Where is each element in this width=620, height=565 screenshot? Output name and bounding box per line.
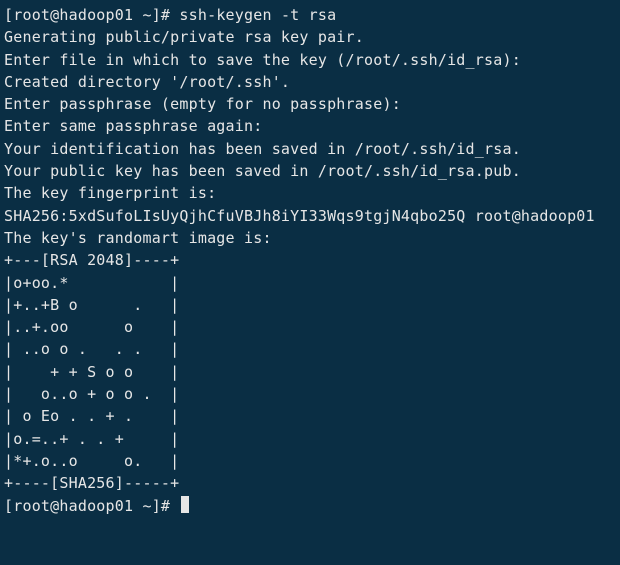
- prompt-userhost: root@hadoop01: [13, 497, 133, 515]
- output-line: The key fingerprint is:: [4, 184, 216, 202]
- prompt-line-1: [root@hadoop01 ~]# ssh-keygen -t rsa: [4, 6, 336, 24]
- randomart-line: | + + S o o |: [4, 363, 179, 381]
- prompt-close: ]#: [152, 497, 180, 515]
- prompt-path: ~: [133, 497, 151, 515]
- output-line: Enter file in which to save the key (/ro…: [4, 51, 521, 69]
- randomart-line: | o Eo . . + . |: [4, 407, 179, 425]
- prompt-userhost: root@hadoop01: [13, 6, 133, 24]
- randomart-line: | ..o o . . . |: [4, 340, 179, 358]
- randomart-line: | o..o + o o . |: [4, 385, 179, 403]
- output-line: SHA256:5xdSufoLIsUyQjhCfuVBJh8iYI33Wqs9t…: [4, 207, 595, 225]
- randomart-line: |..+.oo o |: [4, 318, 179, 336]
- terminal-output[interactable]: [root@hadoop01 ~]# ssh-keygen -t rsa Gen…: [0, 0, 620, 521]
- prompt-close: ]#: [152, 6, 180, 24]
- prompt-open: [: [4, 6, 13, 24]
- randomart-line: |o.=..+ . . + |: [4, 430, 179, 448]
- output-line: Enter passphrase (empty for no passphras…: [4, 95, 401, 113]
- output-line: The key's randomart image is:: [4, 229, 272, 247]
- output-line: Enter same passphrase again:: [4, 117, 262, 135]
- randomart-line: +---[RSA 2048]----+: [4, 251, 179, 269]
- output-line: Created directory '/root/.ssh'.: [4, 73, 290, 91]
- cursor: [181, 496, 189, 513]
- prompt-path: ~: [133, 6, 151, 24]
- command-text: ssh-keygen -t rsa: [179, 6, 336, 24]
- randomart-line: |+..+B o . |: [4, 296, 179, 314]
- prompt-line-2[interactable]: [root@hadoop01 ~]#: [4, 497, 189, 515]
- randomart-line: |o+oo.* |: [4, 274, 179, 292]
- output-line: Your public key has been saved in /root/…: [4, 162, 521, 180]
- prompt-open: [: [4, 497, 13, 515]
- randomart-line: +----[SHA256]-----+: [4, 474, 179, 492]
- randomart-line: |*+.o..o o. |: [4, 452, 179, 470]
- output-line: Generating public/private rsa key pair.: [4, 28, 364, 46]
- output-line: Your identification has been saved in /r…: [4, 140, 521, 158]
